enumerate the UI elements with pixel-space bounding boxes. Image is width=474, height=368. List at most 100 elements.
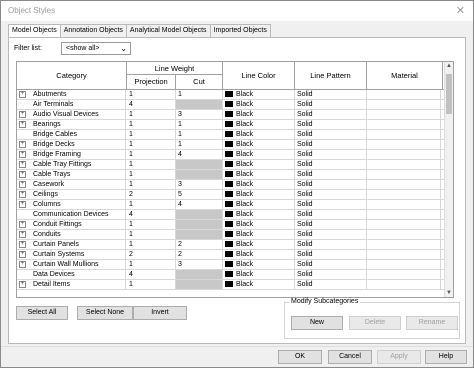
projection-weight-cell[interactable]: 4 [127, 210, 176, 219]
line-color-cell[interactable]: Black [223, 240, 295, 249]
projection-weight-cell[interactable]: 1 [127, 180, 176, 189]
projection-weight-cell[interactable]: 1 [127, 260, 176, 269]
header-cut[interactable]: Cut [176, 75, 223, 89]
material-cell[interactable] [367, 120, 441, 129]
cut-weight-cell[interactable]: 3 [176, 180, 223, 189]
category-cell[interactable]: + Curtain Wall Mullions [17, 260, 126, 269]
cut-weight-cell[interactable]: 2 [176, 240, 223, 249]
tab-annotation-objects[interactable]: Annotation Objects [59, 24, 127, 37]
category-cell[interactable]: + Conduit Fittings [17, 220, 126, 229]
line-color-cell[interactable]: Black [223, 280, 295, 289]
line-color-cell[interactable]: Black [223, 210, 295, 219]
cut-weight-cell[interactable]: 1 [176, 120, 223, 129]
select-all-button[interactable]: Select All [16, 306, 68, 320]
tab-imported-objects[interactable]: Imported Objects [209, 24, 271, 37]
category-cell[interactable]: + Curtain Systems [17, 250, 126, 259]
expand-plus-icon[interactable]: + [19, 241, 26, 248]
cut-weight-cell[interactable] [176, 230, 223, 239]
apply-button[interactable]: Apply [377, 350, 421, 364]
expand-plus-icon[interactable]: + [19, 281, 26, 288]
cut-weight-cell[interactable] [176, 100, 223, 109]
line-pattern-cell[interactable]: Solid [295, 220, 367, 229]
close-icon[interactable]: ✕ [456, 4, 465, 17]
category-cell[interactable]: + Detail Items [17, 280, 126, 289]
line-pattern-cell[interactable]: Solid [295, 160, 367, 169]
line-pattern-cell[interactable]: Solid [295, 230, 367, 239]
cut-weight-cell[interactable]: 4 [176, 200, 223, 209]
projection-weight-cell[interactable]: 1 [127, 230, 176, 239]
line-color-cell[interactable]: Black [223, 260, 295, 269]
expand-plus-icon[interactable]: + [19, 261, 26, 268]
header-line-pattern[interactable]: Line Pattern [295, 62, 367, 89]
line-color-cell[interactable]: Black [223, 250, 295, 259]
scroll-up-icon[interactable]: ▲ [446, 63, 452, 69]
expand-plus-icon[interactable]: + [19, 221, 26, 228]
material-cell[interactable] [367, 240, 441, 249]
expand-plus-icon[interactable]: + [19, 201, 26, 208]
projection-weight-cell[interactable]: 1 [127, 240, 176, 249]
cut-weight-cell[interactable]: 1 [176, 130, 223, 139]
projection-weight-cell[interactable]: 4 [127, 100, 176, 109]
material-cell[interactable] [367, 250, 441, 259]
material-cell[interactable] [367, 190, 441, 199]
expand-plus-icon[interactable]: + [19, 121, 26, 128]
category-cell[interactable]: Communication Devices [17, 210, 126, 219]
category-cell[interactable]: + Curtain Panels [17, 240, 126, 249]
table-row[interactable]: + Bridge Framing 1 4 Black Solid [17, 150, 453, 160]
line-color-cell[interactable]: Black [223, 270, 295, 279]
line-pattern-cell[interactable]: Solid [295, 240, 367, 249]
category-cell[interactable]: Air Terminals [17, 100, 126, 109]
line-color-cell[interactable]: Black [223, 120, 295, 129]
expand-plus-icon[interactable]: + [19, 231, 26, 238]
line-pattern-cell[interactable]: Solid [295, 130, 367, 139]
cut-weight-cell[interactable]: 5 [176, 190, 223, 199]
delete-button[interactable]: Delete [349, 316, 401, 330]
expand-plus-icon[interactable]: + [19, 191, 26, 198]
line-color-cell[interactable]: Black [223, 170, 295, 179]
projection-weight-cell[interactable]: 4 [127, 270, 176, 279]
line-pattern-cell[interactable]: Solid [295, 140, 367, 149]
line-color-cell[interactable]: Black [223, 160, 295, 169]
projection-weight-cell[interactable]: 2 [127, 250, 176, 259]
material-cell[interactable] [367, 100, 441, 109]
table-row[interactable]: + Audio Visual Devices 1 3 Black Solid [17, 110, 453, 120]
cancel-button[interactable]: Cancel [328, 350, 372, 364]
projection-weight-cell[interactable]: 1 [127, 160, 176, 169]
projection-weight-cell[interactable]: 1 [127, 120, 176, 129]
line-pattern-cell[interactable]: Solid [295, 190, 367, 199]
line-pattern-cell[interactable]: Solid [295, 100, 367, 109]
projection-weight-cell[interactable]: 1 [127, 150, 176, 159]
table-row[interactable]: + Conduit Fittings 1 Black Solid [17, 220, 453, 230]
table-row[interactable]: Air Terminals 4 Black Solid [17, 100, 453, 110]
table-row[interactable]: + Conduits 1 Black Solid [17, 230, 453, 240]
projection-weight-cell[interactable]: 1 [127, 170, 176, 179]
projection-weight-cell[interactable]: 1 [127, 280, 176, 289]
tab-model-objects[interactable]: Model Objects [8, 24, 61, 38]
table-row[interactable]: Communication Devices 4 Black Solid [17, 210, 453, 220]
cut-weight-cell[interactable]: 1 [176, 140, 223, 149]
cut-weight-cell[interactable] [176, 170, 223, 179]
material-cell[interactable] [367, 130, 441, 139]
line-pattern-cell[interactable]: Solid [295, 200, 367, 209]
invert-button[interactable]: Invert [133, 306, 187, 320]
expand-plus-icon[interactable]: + [19, 151, 26, 158]
table-row[interactable]: + Detail Items 1 Black Solid [17, 280, 453, 290]
table-row[interactable]: + Curtain Panels 1 2 Black Solid [17, 240, 453, 250]
filter-list-select[interactable]: <show all> ⌄ [61, 42, 131, 55]
category-cell[interactable]: Data Devices [17, 270, 126, 279]
category-cell[interactable]: + Ceilings [17, 190, 126, 199]
new-button[interactable]: New [291, 316, 343, 330]
line-color-cell[interactable]: Black [223, 130, 295, 139]
material-cell[interactable] [367, 270, 441, 279]
line-pattern-cell[interactable]: Solid [295, 90, 367, 99]
category-cell[interactable]: + Cable Trays [17, 170, 126, 179]
line-pattern-cell[interactable]: Solid [295, 280, 367, 289]
line-color-cell[interactable]: Black [223, 140, 295, 149]
cut-weight-cell[interactable]: 1 [176, 90, 223, 99]
projection-weight-cell[interactable]: 1 [127, 110, 176, 119]
line-pattern-cell[interactable]: Solid [295, 110, 367, 119]
material-cell[interactable] [367, 280, 441, 289]
category-cell[interactable]: + Casework [17, 180, 126, 189]
expand-plus-icon[interactable]: + [19, 181, 26, 188]
cut-weight-cell[interactable] [176, 280, 223, 289]
